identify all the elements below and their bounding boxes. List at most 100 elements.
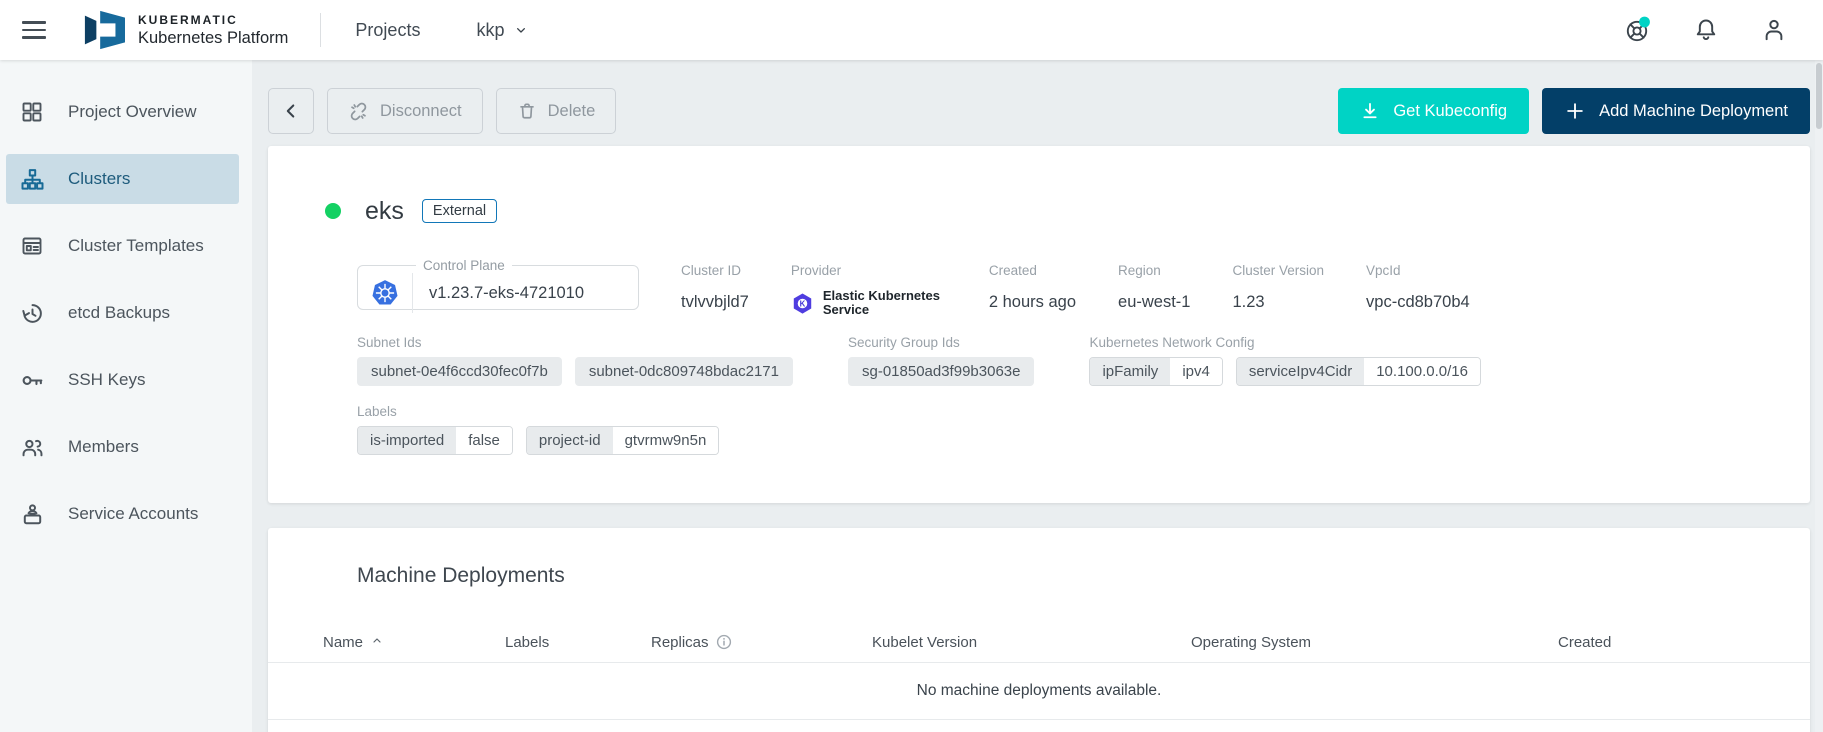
sidebar-item-etcd-backups[interactable]: etcd Backups: [6, 288, 239, 338]
sidebar-item-label: SSH Keys: [68, 370, 145, 390]
template-icon: [19, 233, 45, 259]
cluster-type-badge: External: [422, 199, 497, 223]
column-header-labels: Labels: [505, 634, 651, 651]
machine-deployments-title: Machine Deployments: [357, 564, 1810, 588]
svg-text:K: K: [800, 299, 806, 308]
sidebar-item-service-accounts[interactable]: Service Accounts: [6, 489, 239, 539]
detail-vpc-id: VpcId vpc-cd8b70b4: [1366, 258, 1470, 312]
kubermatic-logo-mark: [82, 9, 126, 51]
community-wheel-icon[interactable]: [1623, 15, 1653, 45]
control-plane-field: Control Plane v1.23.7-eks-472101: [357, 258, 639, 310]
control-plane-label: Control Plane: [416, 258, 512, 273]
cluster-header: eks External: [325, 194, 1780, 228]
machine-deployments-table: Name Labels Replicas Ku: [268, 622, 1810, 720]
cluster-detail-card: eks External Control Plane: [268, 146, 1810, 503]
column-header-kubelet-version: Kubelet Version: [872, 634, 1191, 651]
sidebar-item-project-overview[interactable]: Project Overview: [6, 87, 239, 137]
notification-dot: [1639, 17, 1650, 28]
detail-created: Created 2 hours ago: [989, 258, 1076, 312]
column-header-name[interactable]: Name: [323, 634, 505, 651]
detail-region: Region eu-west-1: [1118, 258, 1190, 312]
network-section: Subnet Ids subnet-0e4f6ccd30fec0f7b subn…: [357, 335, 1780, 386]
security-group-chip: sg-01850ad3f99b3063e: [848, 357, 1034, 386]
disconnect-label: Disconnect: [380, 102, 462, 121]
notifications-bell-icon[interactable]: [1691, 15, 1721, 45]
delete-label: Delete: [548, 102, 596, 121]
navbar-actions: [1623, 15, 1823, 45]
sidebar-item-clusters[interactable]: Clusters: [6, 154, 239, 204]
network-config-label: Kubernetes Network Config: [1089, 335, 1481, 350]
subnet-chip: subnet-0dc809748bdac2171: [575, 357, 793, 386]
sidebar-item-cluster-templates[interactable]: Cluster Templates: [6, 221, 239, 271]
column-header-replicas: Replicas: [651, 634, 872, 651]
detail-value: 2 hours ago: [989, 293, 1076, 312]
kubernetes-icon: [358, 273, 413, 313]
detail-value: vpc-cd8b70b4: [1366, 293, 1470, 312]
labels-section: Labels is-imported false project-id gtvr…: [357, 404, 1780, 455]
cluster-details-row: Control Plane v1.23.7-eks-472101: [357, 258, 1780, 317]
labels-label: Labels: [357, 404, 1780, 419]
network-config-chip: serviceIpv4Cidr 10.100.0.0/16: [1236, 357, 1481, 386]
add-machine-deployment-label: Add Machine Deployment: [1599, 102, 1788, 121]
detail-cluster-id: Cluster ID tvlvvbjld7: [681, 258, 749, 312]
detail-value: eu-west-1: [1118, 293, 1190, 312]
sidebar-item-label: etcd Backups: [68, 303, 170, 323]
label-chip: is-imported false: [357, 426, 513, 455]
get-kubeconfig-label: Get Kubeconfig: [1393, 102, 1507, 121]
network-config-chip: ipFamily ipv4: [1089, 357, 1222, 386]
sidebar-item-label: Members: [68, 437, 139, 457]
add-machine-deployment-button[interactable]: Add Machine Deployment: [1542, 88, 1810, 134]
detail-value: 1.23: [1232, 293, 1324, 312]
menu-icon[interactable]: [22, 15, 52, 45]
security-group-ids-label: Security Group Ids: [848, 335, 1034, 350]
chip-key: serviceIpv4Cidr: [1237, 358, 1364, 385]
cluster-tree-icon: [19, 166, 45, 192]
eks-provider-icon: K: [791, 291, 814, 316]
project-selector-label: kkp: [476, 20, 504, 41]
column-header-operating-system: Operating System: [1191, 634, 1558, 651]
info-icon[interactable]: [716, 634, 732, 650]
cluster-name: eks: [365, 197, 404, 226]
nav-projects-link[interactable]: Projects: [355, 20, 420, 41]
brand-subtitle: Kubernetes Platform: [138, 29, 288, 48]
back-button[interactable]: [268, 88, 314, 134]
brand-text: KUBERMATIC Kubernetes Platform: [138, 13, 288, 48]
chip-value: 10.100.0.0/16: [1364, 358, 1480, 385]
sidebar-item-members[interactable]: Members: [6, 422, 239, 472]
delete-button[interactable]: Delete: [496, 88, 617, 134]
project-selector-dropdown[interactable]: kkp: [476, 20, 529, 41]
column-header-created: Created: [1558, 634, 1780, 651]
table-header-row: Name Labels Replicas Ku: [268, 622, 1810, 663]
grid-icon: [19, 99, 45, 125]
get-kubeconfig-button[interactable]: Get Kubeconfig: [1338, 88, 1529, 134]
key-icon: [19, 367, 45, 393]
disconnect-button[interactable]: Disconnect: [327, 88, 483, 134]
sidebar: Project Overview Clusters: [0, 60, 252, 732]
detail-cluster-version: Cluster Version 1.23: [1232, 258, 1324, 312]
sidebar-item-ssh-keys[interactable]: SSH Keys: [6, 355, 239, 405]
detail-label: Cluster ID: [681, 263, 749, 278]
detail-label: VpcId: [1366, 263, 1470, 278]
provider-name: Elastic Kubernetes Service: [823, 289, 947, 317]
scrollbar-thumb[interactable]: [1816, 63, 1822, 129]
history-icon: [19, 300, 45, 326]
chip-key: is-imported: [358, 427, 456, 454]
detail-label: Region: [1118, 263, 1190, 278]
kubermatic-logo[interactable]: KUBERMATIC Kubernetes Platform: [82, 9, 288, 51]
navbar-divider: [320, 13, 321, 47]
network-config-group: Kubernetes Network Config ipFamily ipv4 …: [1089, 335, 1481, 386]
sidebar-item-label: Clusters: [68, 169, 130, 189]
top-navbar: KUBERMATIC Kubernetes Platform Projects …: [0, 0, 1823, 60]
provider-value: K Elastic Kubernetes Service: [791, 289, 947, 317]
service-account-icon: [19, 501, 45, 527]
detail-provider: Provider K Elastic Kubernetes Service: [791, 258, 947, 317]
chip-value: ipv4: [1170, 358, 1222, 385]
detail-label: Created: [989, 263, 1076, 278]
people-icon: [19, 434, 45, 460]
sidebar-item-label: Service Accounts: [68, 504, 198, 524]
empty-table-message: No machine deployments available.: [268, 663, 1810, 720]
subnet-ids-label: Subnet Ids: [357, 335, 793, 350]
chip-value: gtvrmw9n5n: [613, 427, 719, 454]
machine-deployments-card: Machine Deployments Name Labels Replicas: [268, 528, 1810, 732]
user-icon[interactable]: [1759, 15, 1789, 45]
